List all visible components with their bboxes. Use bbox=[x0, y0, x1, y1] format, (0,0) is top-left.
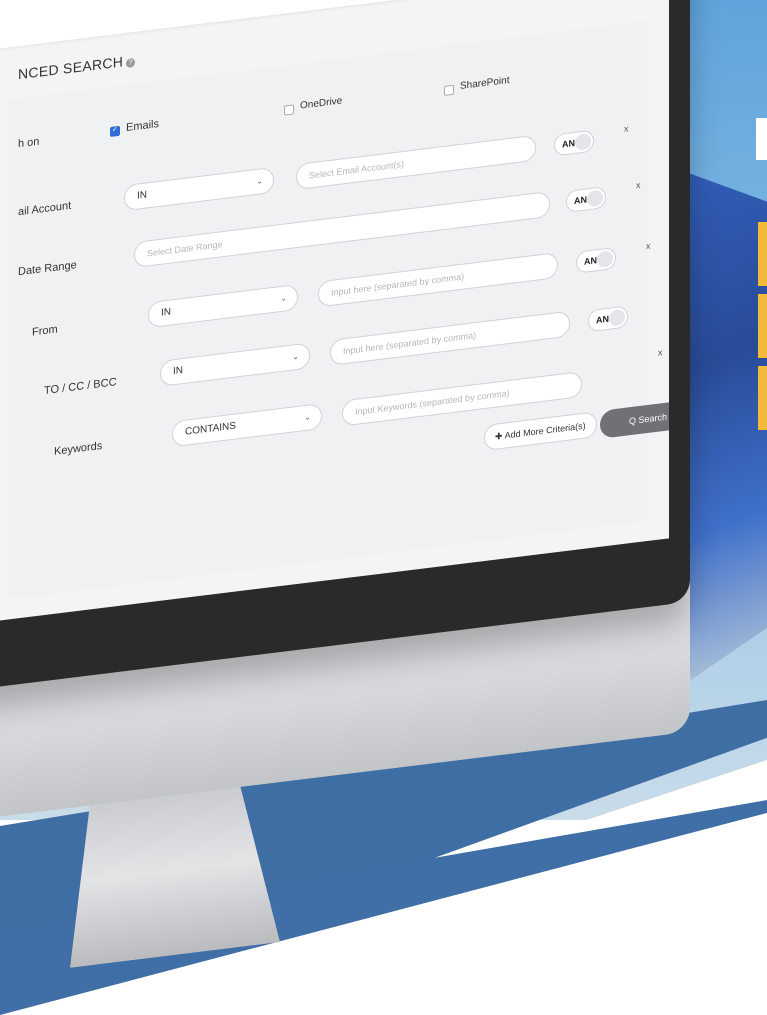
side-tab bbox=[756, 118, 767, 160]
select-value: IN bbox=[161, 306, 171, 319]
search-button-label: Search bbox=[638, 411, 668, 426]
help-icon[interactable]: ? bbox=[126, 57, 136, 68]
emails-checkbox[interactable] bbox=[110, 125, 120, 137]
remove-criteria-button[interactable]: x bbox=[624, 123, 629, 134]
sharepoint-checkbox[interactable] bbox=[444, 84, 454, 96]
page-title: NCED SEARCH? bbox=[18, 52, 136, 83]
chevron-down-icon: ⌄ bbox=[292, 351, 299, 362]
add-icon: ✚ bbox=[495, 430, 503, 442]
page-title-text: NCED SEARCH bbox=[18, 53, 124, 83]
select-value: IN bbox=[173, 365, 183, 378]
side-tab bbox=[758, 366, 767, 430]
chevron-down-icon: ⌄ bbox=[304, 412, 311, 423]
onedrive-checkbox[interactable] bbox=[284, 104, 294, 116]
side-tab bbox=[758, 294, 767, 358]
remove-criteria-button[interactable]: x bbox=[646, 241, 651, 252]
add-more-criteria-label: Add More Criteria(s) bbox=[504, 420, 586, 441]
remove-criteria-button[interactable]: x bbox=[636, 180, 641, 191]
chevron-down-icon: ⌄ bbox=[256, 176, 263, 187]
select-value: CONTAINS bbox=[185, 420, 236, 438]
side-tab bbox=[758, 222, 767, 286]
chevron-down-icon: ⌄ bbox=[280, 293, 287, 304]
monitor: v NO v NCED SEARCH? h on Emails OneDrive… bbox=[0, 0, 710, 860]
remove-criteria-button[interactable]: x bbox=[658, 347, 663, 358]
select-value: IN bbox=[137, 189, 147, 202]
search-icon: Q bbox=[628, 415, 636, 427]
app-screen: v NO v NCED SEARCH? h on Emails OneDrive… bbox=[0, 0, 669, 632]
